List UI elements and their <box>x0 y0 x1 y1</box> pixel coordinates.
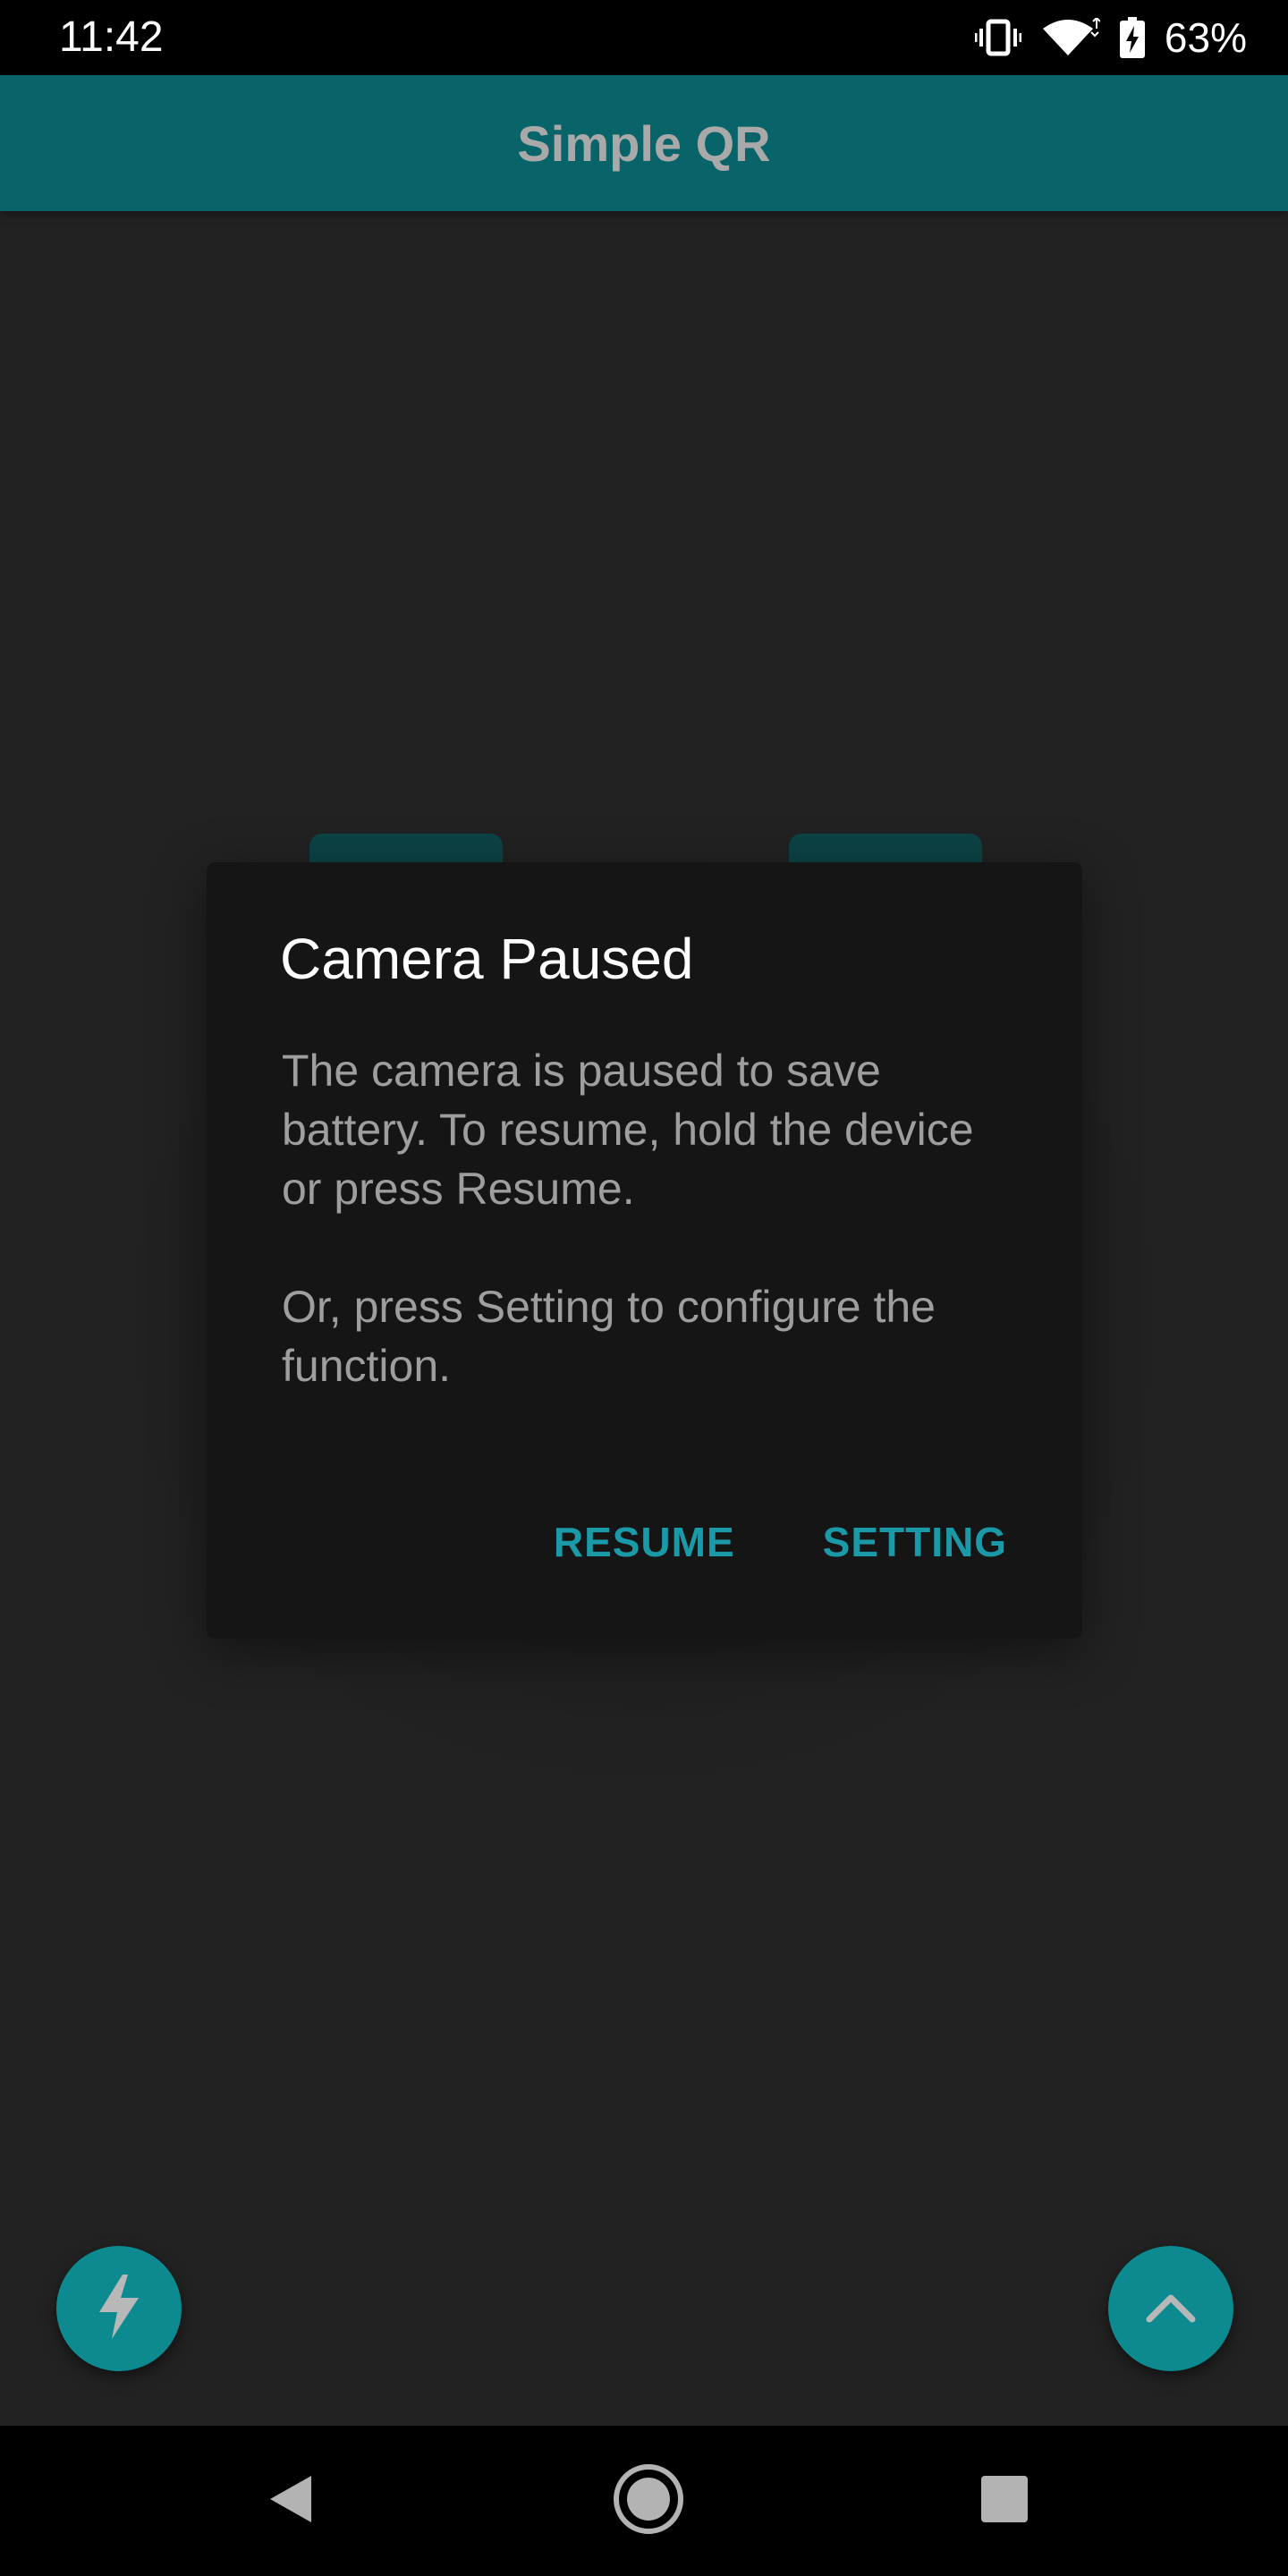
app-bar: Simple QR <box>0 75 1288 211</box>
screen: 11:42 63% Simple QR Camera Paused The ca… <box>0 0 1288 2576</box>
battery-percent: 63% <box>1164 14 1247 61</box>
nav-back-button[interactable] <box>218 2426 361 2576</box>
dialog-message: The camera is paused to save battery. To… <box>282 1041 1024 1395</box>
status-bar: 11:42 63% <box>0 0 1288 75</box>
expand-button[interactable] <box>1108 2246 1233 2371</box>
setting-button[interactable]: SETTING <box>823 1515 1007 1569</box>
camera-paused-dialog: Camera Paused The camera is paused to sa… <box>207 862 1082 1639</box>
nav-home-button[interactable] <box>577 2426 720 2576</box>
wifi-icon <box>1041 18 1100 57</box>
dialog-title: Camera Paused <box>280 927 694 991</box>
app-title: Simple QR <box>517 114 771 172</box>
back-icon <box>265 2472 315 2530</box>
resume-button[interactable]: RESUME <box>554 1515 735 1569</box>
nav-recents-button[interactable] <box>933 2426 1076 2576</box>
battery-charging-icon <box>1119 17 1145 58</box>
dialog-message-line-1: The camera is paused to save battery. To… <box>282 1046 974 1214</box>
flash-button[interactable] <box>56 2246 182 2371</box>
dialog-message-line-2: Or, press Setting to configure the funct… <box>282 1282 936 1391</box>
chevron-up-icon <box>1144 2289 1198 2329</box>
navigation-bar <box>0 2426 1288 2576</box>
vibrate-icon <box>974 18 1021 57</box>
dialog-actions: RESUME SETTING <box>554 1515 1007 1569</box>
status-icons: 63% <box>974 13 1247 63</box>
status-time: 11:42 <box>59 13 164 61</box>
flash-icon <box>92 2273 146 2345</box>
recents-icon <box>979 2474 1030 2529</box>
home-icon <box>611 2462 686 2541</box>
